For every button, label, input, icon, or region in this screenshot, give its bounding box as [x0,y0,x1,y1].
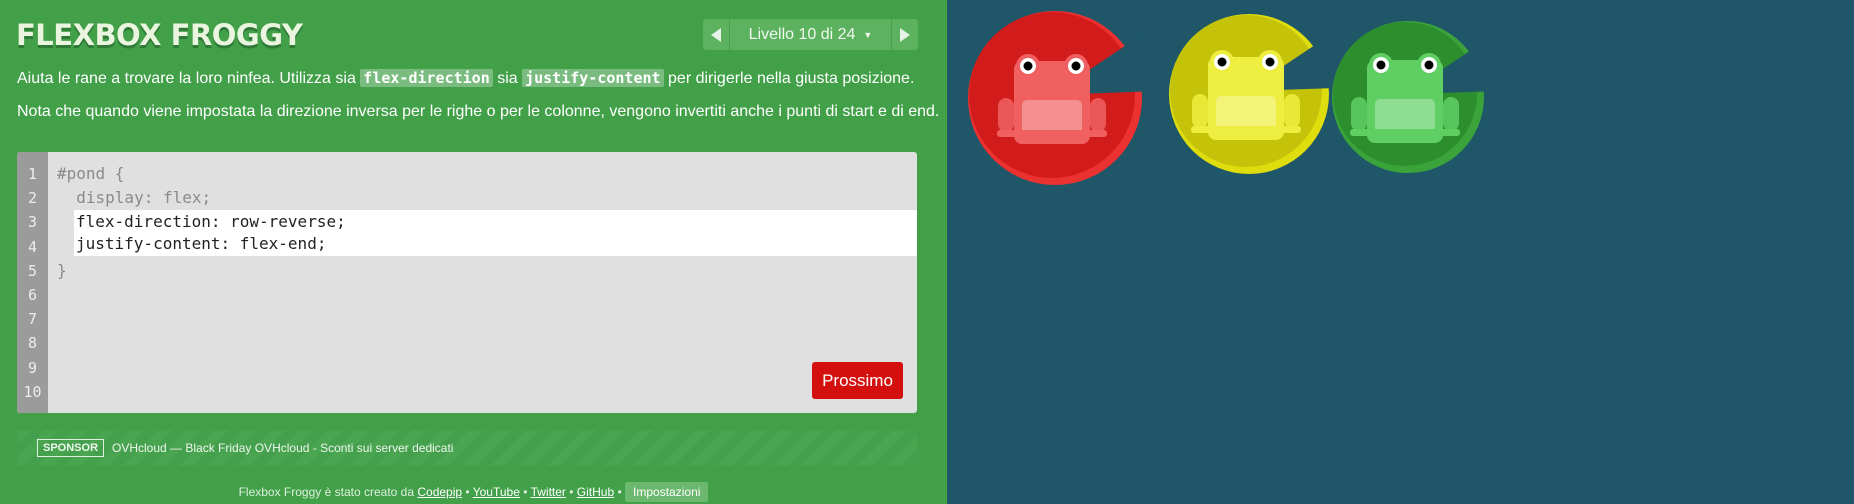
instructions-text: sia [497,70,518,87]
sponsor-banner[interactable]: SPONSOR OVHcloud — Black Friday OVHcloud… [17,430,917,466]
footer: Flexbox Froggy è stato creato da Codepip… [0,482,947,502]
arrow-right-icon [900,27,910,42]
pond [947,0,1854,504]
next-button[interactable]: Prossimo [812,362,903,399]
level-dropdown[interactable]: Livello 10 di 24 ▼ [730,19,891,50]
footer-prefix: Flexbox Froggy è stato creato da [238,485,415,499]
line-number: 9 [27,358,38,377]
link-youtube[interactable]: YouTube [473,485,520,499]
css-answer-input[interactable]: flex-direction: row-reverse; justify-con… [74,210,917,256]
frog-green [1332,21,1491,173]
line-number: 7 [27,310,38,329]
instructions-text: Aiuta le rane a trovare la loro ninfea. … [17,70,356,87]
line-number: 4 [27,237,38,256]
input-line: flex-direction: row-reverse; [76,212,346,231]
frog-yellow [1169,14,1336,174]
line-number: 5 [27,261,38,280]
sponsor-text: OVHcloud — Black Friday OVHcloud - Scont… [112,441,454,455]
arrow-left-icon [711,27,721,42]
code-line: } [57,260,67,280]
instructions-text: per dirigerle nella giusta posizione. [668,70,915,87]
line-number: 1 [27,165,38,183]
link-twitter[interactable]: Twitter [531,485,566,499]
line-number: 6 [27,285,38,304]
code-editor: 1 2 3 4 5 6 7 8 9 10 #pond { display: flex; } fle… [17,152,917,413]
frog-leg [1192,94,1208,128]
line-number: 10 [23,382,42,401]
keyword-flex-direction[interactable]: flex-direction [360,69,493,87]
line-number: 8 [27,334,38,353]
link-codepip[interactable]: Codepip [417,485,462,499]
frog-feet [1350,129,1460,136]
frog-pupil [1023,61,1033,71]
line-number-gutter: 1 2 3 4 5 6 7 8 9 10 [17,152,48,413]
frog-pupil [1424,60,1434,70]
keyword-justify-content[interactable]: justify-content [522,69,664,87]
sponsor-tag: SPONSOR [37,439,105,457]
previous-level-button[interactable] [703,19,730,50]
level-navigator: Livello 10 di 24 ▼ [703,19,918,50]
instructions-line-2: Nota che quando viene impostata la direz… [17,103,940,120]
separator: • [523,485,528,499]
frog-pupil [1071,61,1081,71]
separator: • [617,485,622,499]
code-line: #pond { [57,164,125,183]
level-label: Livello 10 di 24 [748,25,856,43]
frog-pupil [1376,60,1386,70]
line-number: 2 [27,189,38,208]
sidebar: FLEXBOX FROGGY Livello 10 di 24 ▼ Aiuta l… [0,0,947,504]
frog-leg [1351,97,1367,131]
link-github[interactable]: GitHub [577,485,614,499]
instructions-line-1: Aiuta le rane a trovare la loro ninfea. … [17,69,914,88]
code-line: display: flex; [57,188,212,208]
frog-leg [1443,97,1459,131]
frog-pupil [1217,57,1227,67]
settings-button[interactable]: Impostazioni [625,482,709,502]
app-title: FLEXBOX FROGGY [16,18,303,52]
caret-down-icon: ▼ [863,29,873,40]
frog-pupil [1265,57,1275,67]
frog-feet [997,130,1107,137]
frog-leg [1284,94,1300,128]
separator: • [465,485,470,499]
line-number: 3 [27,213,38,232]
frog-leg [998,98,1014,132]
pond-scene [968,11,1491,185]
frog-leg [1090,98,1106,132]
separator: • [569,485,574,499]
frog-red [968,11,1149,185]
frog-feet [1191,126,1301,133]
input-line: justify-content: flex-end; [76,233,327,253]
next-level-button[interactable] [891,19,918,50]
